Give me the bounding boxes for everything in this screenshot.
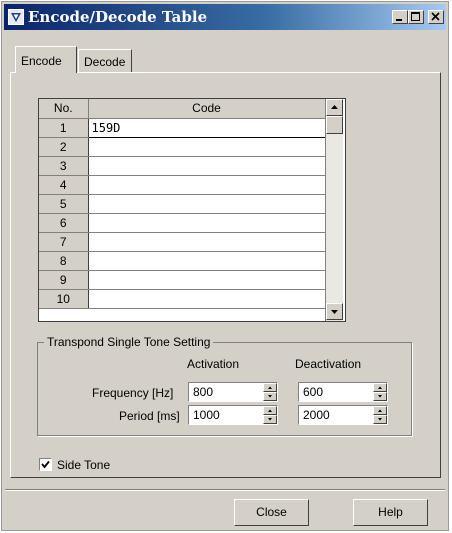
spin-down-button[interactable] [263, 392, 277, 401]
table-row[interactable]: 5 [39, 194, 326, 214]
table-header-row: No. Code [39, 99, 326, 119]
arrow-up-icon [378, 386, 382, 389]
spin-up-button[interactable] [263, 406, 277, 415]
close-window-button[interactable] [428, 10, 444, 24]
maximize-button[interactable] [408, 10, 424, 24]
activation-header: Activation [187, 357, 240, 371]
arrow-up-icon [331, 105, 338, 109]
spin-down-button[interactable] [263, 415, 277, 424]
period-label: Period [ms] [119, 409, 180, 423]
row-number: 2 [39, 137, 89, 157]
tab-decode-label: Decode [84, 55, 126, 69]
row-number: 6 [39, 213, 89, 233]
arrow-down-icon [378, 418, 382, 421]
tab-encode[interactable]: Encode [15, 46, 77, 73]
help-button-label: Help [378, 505, 403, 519]
table-scrollbar[interactable] [325, 99, 343, 321]
encode-decode-window: Encode/Decode Table Encode Decode No. Co… [1, 1, 449, 531]
arrow-down-icon [268, 418, 272, 421]
frequency-activation-value[interactable]: 800 [193, 385, 213, 399]
table-row[interactable]: 4 [39, 175, 326, 195]
period-deactivation-value[interactable]: 2000 [303, 408, 330, 422]
table-row[interactable]: 2 [39, 137, 326, 157]
table-row[interactable]: 1 159D [39, 117, 326, 138]
column-header-code[interactable]: Code [88, 99, 326, 119]
close-button[interactable]: Close [234, 499, 309, 526]
scroll-up-button[interactable] [326, 99, 343, 116]
period-deactivation-stepper[interactable]: 2000 [298, 405, 388, 425]
row-number: 5 [39, 194, 89, 214]
row-number: 4 [39, 175, 89, 195]
side-tone-label[interactable]: Side Tone [57, 458, 110, 472]
table-row[interactable]: 7 [39, 232, 326, 252]
code-cell[interactable] [88, 289, 326, 309]
row-number: 8 [39, 251, 89, 271]
app-icon[interactable] [8, 9, 24, 25]
spin-up-button[interactable] [263, 383, 277, 392]
table-row[interactable]: 8 [39, 251, 326, 271]
code-cell[interactable] [88, 156, 326, 176]
period-activation-value[interactable]: 1000 [193, 408, 220, 422]
code-cell[interactable] [88, 251, 326, 271]
scroll-thumb[interactable] [326, 116, 343, 134]
table-row[interactable]: 3 [39, 156, 326, 176]
transpond-group-legend: Transpond Single Tone Setting [44, 335, 214, 349]
frequency-label: Frequency [Hz] [92, 386, 174, 400]
tab-decode[interactable]: Decode [78, 49, 132, 72]
arrow-down-icon [268, 395, 272, 398]
side-tone-checkbox[interactable] [39, 458, 52, 471]
table-row[interactable]: 10 [39, 289, 326, 309]
arrow-down-icon [331, 310, 338, 314]
frequency-activation-stepper[interactable]: 800 [188, 382, 278, 402]
spin-up-button[interactable] [373, 406, 387, 415]
footer-divider [5, 489, 445, 491]
table-row[interactable]: 9 [39, 270, 326, 290]
row-number: 1 [39, 118, 89, 138]
close-button-label: Close [256, 505, 287, 519]
tab-encode-label: Encode [21, 54, 62, 68]
row-number: 3 [39, 156, 89, 176]
code-cell[interactable]: 159D [87, 117, 326, 138]
row-number: 9 [39, 270, 89, 290]
period-activation-stepper[interactable]: 1000 [188, 405, 278, 425]
table-row[interactable]: 6 [39, 213, 326, 233]
arrow-up-icon [378, 409, 382, 412]
spin-down-button[interactable] [373, 415, 387, 424]
minimize-button[interactable] [392, 10, 408, 24]
frequency-deactivation-stepper[interactable]: 600 [298, 382, 388, 402]
code-cell[interactable] [88, 137, 326, 157]
row-number: 7 [39, 232, 89, 252]
spin-up-button[interactable] [373, 383, 387, 392]
checkmark-icon [41, 460, 50, 469]
deactivation-header: Deactivation [295, 357, 362, 371]
help-button[interactable]: Help [353, 499, 428, 526]
scroll-down-button[interactable] [326, 303, 343, 320]
spin-down-button[interactable] [373, 392, 387, 401]
code-cell[interactable] [88, 213, 326, 233]
arrow-up-icon [268, 409, 272, 412]
arrow-down-icon [378, 395, 382, 398]
code-table[interactable]: No. Code 1 159D 2 3 4 5 6 7 8 9 10 [38, 98, 346, 322]
code-cell[interactable] [88, 175, 326, 195]
arrow-up-icon [268, 386, 272, 389]
row-number: 10 [39, 289, 89, 309]
column-header-no[interactable]: No. [39, 99, 89, 119]
window-title: Encode/Decode Table [28, 8, 208, 26]
code-cell[interactable] [88, 232, 326, 252]
frequency-deactivation-value[interactable]: 600 [303, 385, 323, 399]
code-cell[interactable] [88, 270, 326, 290]
code-cell[interactable] [88, 194, 326, 214]
title-bar[interactable]: Encode/Decode Table [4, 4, 446, 30]
